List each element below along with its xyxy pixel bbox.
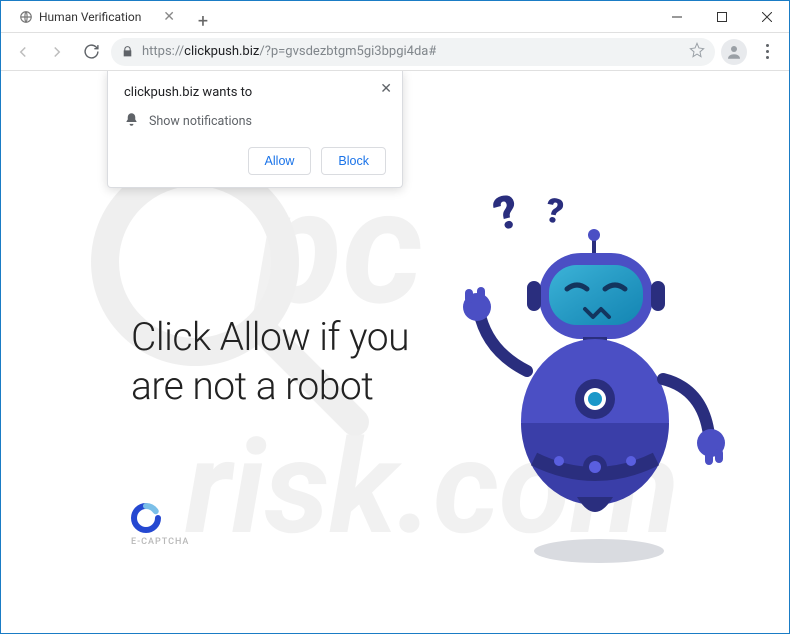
- headline-text: Click Allow if you are not a robot: [131, 313, 431, 411]
- captcha-brand-text: E-CAPTCHA: [131, 537, 189, 547]
- svg-text:?: ?: [488, 191, 525, 243]
- bell-icon: [124, 112, 139, 131]
- permission-dialog: ✕ clickpush.biz wants to Show notificati…: [107, 71, 403, 188]
- captcha-logo-icon: [131, 503, 161, 533]
- captcha-brand: E-CAPTCHA: [131, 503, 189, 547]
- reload-button[interactable]: [77, 38, 105, 66]
- address-bar[interactable]: https://clickpush.biz/?p=gvsdezbtgm5gi3b…: [111, 38, 715, 66]
- back-button[interactable]: [9, 38, 37, 66]
- permission-origin-text: clickpush.biz wants to: [124, 85, 386, 100]
- dialog-close-icon[interactable]: ✕: [380, 81, 392, 97]
- bookmark-star-icon[interactable]: [689, 42, 705, 62]
- tab-strip: Human Verification ✕ +: [1, 1, 217, 32]
- permission-request-text: Show notifications: [149, 114, 252, 129]
- url-scheme: https://: [142, 44, 184, 59]
- maximize-button[interactable]: [699, 1, 744, 33]
- toolbar: https://clickpush.biz/?p=gvsdezbtgm5gi3b…: [1, 33, 789, 71]
- allow-button[interactable]: Allow: [248, 147, 312, 175]
- window-controls: [654, 1, 789, 32]
- svg-text:?: ?: [542, 191, 566, 233]
- url-path: /?p=gvsdezbtgm5gi3bpgi4da#: [259, 44, 436, 59]
- menu-button[interactable]: [753, 38, 781, 66]
- kebab-icon: [760, 44, 775, 59]
- tab-title: Human Verification: [39, 10, 153, 24]
- url-text: https://clickpush.biz/?p=gvsdezbtgm5gi3b…: [142, 44, 436, 59]
- robot-illustration: ? ?: [449, 191, 729, 571]
- permission-request-row: Show notifications: [124, 112, 386, 131]
- titlebar: Human Verification ✕ +: [1, 1, 789, 33]
- new-tab-button[interactable]: +: [189, 11, 217, 32]
- close-window-button[interactable]: [744, 1, 789, 33]
- forward-button[interactable]: [43, 38, 71, 66]
- tab-close-icon[interactable]: ✕: [159, 9, 179, 25]
- globe-icon: [19, 10, 33, 24]
- browser-window: Human Verification ✕ +: [0, 0, 790, 634]
- lock-icon: [121, 45, 134, 58]
- minimize-button[interactable]: [654, 1, 699, 33]
- page-content: pc risk.com ✕ clickpush.biz wants to Sho…: [1, 71, 789, 633]
- url-host: clickpush.biz: [184, 44, 259, 59]
- block-button[interactable]: Block: [321, 147, 386, 175]
- tab-active[interactable]: Human Verification ✕: [9, 2, 189, 32]
- profile-avatar[interactable]: [721, 39, 747, 65]
